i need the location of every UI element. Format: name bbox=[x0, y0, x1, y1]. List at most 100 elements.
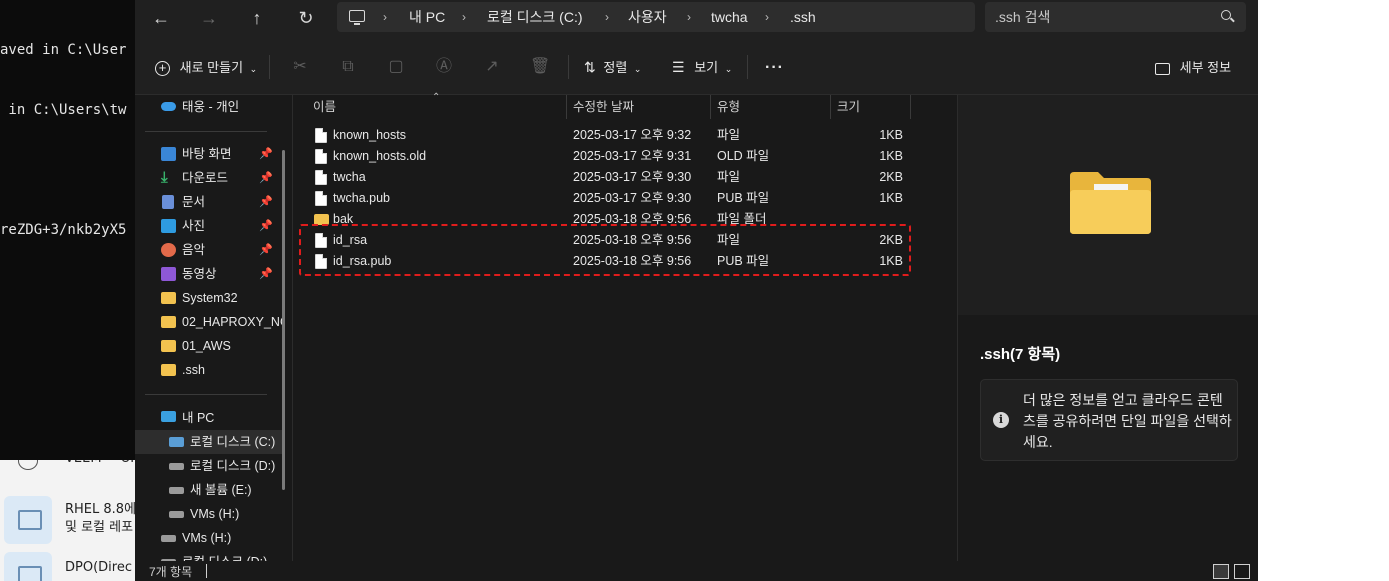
sidebar-item-aws[interactable]: 01_AWS bbox=[135, 334, 285, 358]
refresh-button[interactable]: ↻ bbox=[290, 4, 322, 32]
file-type: 파일 bbox=[717, 170, 741, 184]
column-divider[interactable] bbox=[710, 95, 711, 119]
details-pane-button[interactable]: 세부 정보 bbox=[1155, 40, 1231, 95]
address-bar[interactable]: › 내 PC › 로컬 디스크 (C:) › 사용자 › twcha › .ss… bbox=[337, 2, 975, 32]
folder-icon bbox=[161, 340, 176, 352]
delete-icon[interactable]: 🗑 bbox=[530, 57, 550, 77]
chevron-down-icon: ⌄ bbox=[249, 64, 258, 74]
sidebar-item-desktop[interactable]: 바탕 화면 📌 bbox=[135, 142, 285, 166]
breadcrumb-users[interactable]: 사용자 bbox=[628, 2, 667, 32]
details-view-button[interactable] bbox=[1213, 564, 1229, 579]
sidebar-item-label: 음악 bbox=[182, 243, 206, 257]
details-pane-icon bbox=[1155, 62, 1170, 75]
sidebar-item-pictures[interactable]: 사진 📌 bbox=[135, 214, 285, 238]
sort-button[interactable]: ⇅ 정렬 ⌄ bbox=[584, 40, 641, 95]
toolbar-divider bbox=[568, 55, 569, 79]
desktop-icon bbox=[161, 147, 176, 161]
sidebar-item-label: 사진 bbox=[182, 219, 206, 233]
column-header-name[interactable]: 이름 bbox=[313, 95, 336, 119]
pin-icon[interactable]: 📌 bbox=[259, 166, 273, 190]
breadcrumb-thispc[interactable]: 내 PC bbox=[409, 2, 445, 32]
sidebar-item-label: 바탕 화면 bbox=[182, 147, 232, 161]
owl-icon bbox=[18, 460, 38, 470]
background-list-item[interactable]: VEEM = UI bbox=[0, 460, 140, 500]
chevron-down-icon: ⌄ bbox=[724, 64, 733, 74]
navigation-bar: ← → ↑ ↻ › 내 PC › 로컬 디스크 (C:) › 사용자 › twc… bbox=[135, 0, 1258, 40]
terminal-line: reZDG+3/nkb2yX5 bbox=[0, 222, 127, 238]
sidebar-item-label: 내 PC bbox=[182, 411, 215, 425]
breadcrumb-ssh[interactable]: .ssh bbox=[790, 2, 816, 32]
pin-icon[interactable]: 📌 bbox=[259, 238, 273, 262]
search-box[interactable] bbox=[985, 2, 1246, 32]
pin-icon[interactable]: 📌 bbox=[259, 214, 273, 238]
table-row[interactable]: known_hosts.old 2025-03-17 오후 9:31 OLD 파… bbox=[297, 146, 909, 167]
search-input[interactable] bbox=[995, 2, 1215, 32]
sidebar-item-documents[interactable]: 문서 📌 bbox=[135, 190, 285, 214]
up-button[interactable]: ↑ bbox=[241, 4, 273, 32]
sidebar-item-drive-d[interactable]: 로컬 디스크 (D:) bbox=[135, 454, 285, 478]
column-divider[interactable] bbox=[830, 95, 831, 119]
item-count: 7개 항목 bbox=[149, 565, 193, 579]
plus-circle-icon: + bbox=[155, 61, 170, 77]
new-button[interactable]: + 새로 만들기 ⌄ bbox=[155, 40, 257, 95]
file-icon bbox=[315, 170, 327, 185]
folder-icon bbox=[161, 316, 176, 328]
more-options-button[interactable]: ··· bbox=[765, 40, 784, 95]
forward-button[interactable]: → bbox=[193, 4, 225, 32]
back-button[interactable]: ← bbox=[145, 4, 177, 32]
sidebar-item-label: 로컬 디스크 (C:) bbox=[190, 435, 276, 449]
view-button[interactable]: ☰ 보기 ⌄ bbox=[672, 40, 732, 95]
sidebar-item-onedrive[interactable]: 태웅 - 개인 bbox=[135, 95, 285, 119]
breadcrumb-twcha[interactable]: twcha bbox=[711, 2, 748, 32]
cut-icon[interactable]: ✂ bbox=[290, 57, 310, 77]
file-size: 1KB bbox=[879, 191, 903, 205]
sidebar-item-drive-h[interactable]: VMs (H:) bbox=[135, 502, 285, 526]
file-date: 2025-03-17 오후 9:31 bbox=[573, 149, 692, 163]
file-explorer-window: ← → ↑ ↻ › 내 PC › 로컬 디스크 (C:) › 사용자 › twc… bbox=[135, 0, 1258, 581]
arrow-right-icon: → bbox=[200, 8, 218, 28]
pin-icon[interactable]: 📌 bbox=[259, 142, 273, 166]
sidebar-item-ssh[interactable]: .ssh bbox=[135, 358, 285, 382]
refresh-icon: ↻ bbox=[298, 8, 314, 28]
column-header-type[interactable]: 유형 bbox=[717, 95, 740, 119]
monitor-stand bbox=[354, 23, 360, 25]
pin-icon[interactable]: 📌 bbox=[259, 190, 273, 214]
sidebar-item-label: 로컬 디스크 (D:) bbox=[182, 550, 267, 561]
sidebar-item-system32[interactable]: System32 bbox=[135, 286, 285, 310]
column-header-size[interactable]: 크기 bbox=[837, 95, 860, 119]
copy-icon[interactable]: ⧉ bbox=[338, 57, 358, 77]
column-divider[interactable] bbox=[566, 95, 567, 119]
chevron-down-icon: ⌄ bbox=[633, 64, 642, 74]
sidebar-item-network-vms[interactable]: VMs (H:) bbox=[135, 526, 285, 550]
drive-icon bbox=[169, 437, 184, 447]
table-row[interactable]: twcha.pub 2025-03-17 오후 9:30 PUB 파일 1KB bbox=[297, 188, 909, 209]
file-date: 2025-03-17 오후 9:30 bbox=[573, 191, 692, 205]
file-date: 2025-03-17 오후 9:32 bbox=[573, 128, 692, 142]
sidebar-item-downloads[interactable]: ⤓ 다운로드 📌 bbox=[135, 166, 285, 190]
table-row[interactable]: twcha 2025-03-17 오후 9:30 파일 2KB bbox=[297, 167, 909, 188]
sidebar-item-network-d[interactable]: 로컬 디스크 (D:) bbox=[135, 550, 285, 561]
background-list-item[interactable]: DPO(Direc bbox=[0, 552, 140, 581]
sidebar-scrollbar[interactable] bbox=[282, 150, 285, 490]
breadcrumb-local-disk[interactable]: 로컬 디스크 (C:) bbox=[487, 2, 583, 32]
column-header-date[interactable]: 수정한 날짜 bbox=[573, 95, 634, 119]
table-row[interactable]: known_hosts 2025-03-17 오후 9:32 파일 1KB bbox=[297, 125, 909, 146]
sidebar-item-drive-c[interactable]: 로컬 디스크 (C:) bbox=[135, 430, 285, 454]
rename-icon[interactable]: Ⓐ bbox=[434, 57, 454, 77]
sidebar-item-label: 다운로드 bbox=[182, 171, 229, 185]
sidebar-item-music[interactable]: 음악 📌 bbox=[135, 238, 285, 262]
paste-icon[interactable]: ▢ bbox=[386, 57, 406, 77]
sidebar-item-thispc[interactable]: 내 PC bbox=[135, 406, 285, 430]
sidebar-item-videos[interactable]: 동영상 📌 bbox=[135, 262, 285, 286]
pin-icon[interactable]: 📌 bbox=[259, 262, 273, 286]
sidebar-item-label: VMs (H:) bbox=[190, 507, 240, 521]
sidebar-item-drive-e[interactable]: 새 볼륨 (E:) bbox=[135, 478, 285, 502]
chevron-right-icon: › bbox=[687, 10, 691, 24]
background-list-item[interactable]: RHEL 8.8에 및 로컬 레포 bbox=[0, 496, 140, 546]
sidebar-item-haproxy[interactable]: 02_HAPROXY_NG bbox=[135, 310, 285, 334]
share-icon[interactable]: ↗ bbox=[482, 57, 502, 77]
column-divider[interactable] bbox=[910, 95, 911, 119]
tiles-view-button[interactable] bbox=[1234, 564, 1250, 579]
file-icon bbox=[315, 149, 327, 164]
